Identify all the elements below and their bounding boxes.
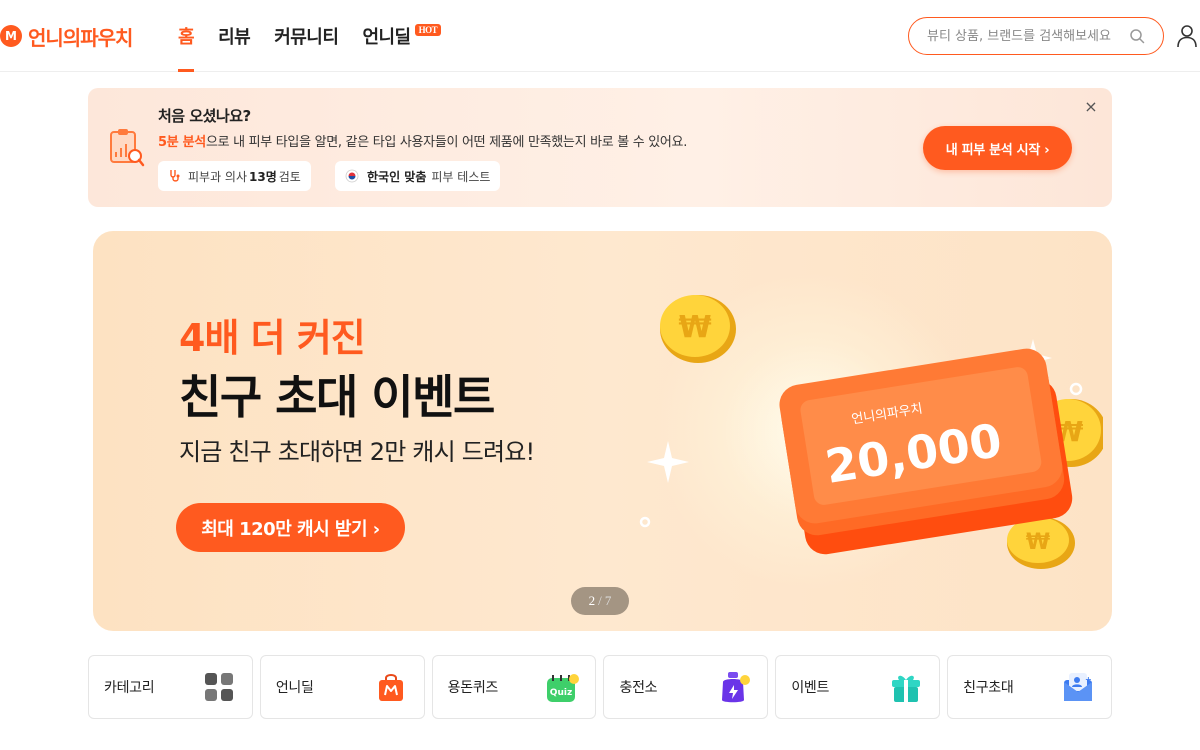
hero-banner[interactable]: 4배 더 커진 친구 초대 이벤트 지금 친구 초대하면 2만 캐시 드려요! … [93, 231, 1112, 631]
quiz-icon: Quiz [547, 674, 580, 702]
quick-item-label: 친구초대 [963, 680, 1014, 696]
nav-review-label: 리뷰 [218, 27, 251, 48]
nav-unnideal[interactable]: 언니딜 HOT [362, 0, 442, 72]
nav-community-label: 커뮤니티 [274, 27, 339, 48]
banner-highlight: 5분 분석 [158, 135, 206, 150]
carousel-pager[interactable]: 2/ 7 [571, 587, 629, 615]
clipboard-analysis-icon [110, 129, 145, 167]
quick-item-charge[interactable]: 충전소 [603, 655, 769, 719]
svg-text:Quiz: Quiz [550, 688, 572, 698]
korean-test-chip: 한국인 맞춤 피부 테스트 [335, 161, 501, 191]
hero-cta-button[interactable]: 최대 120만 캐시 받기 › [176, 503, 405, 552]
quick-item-label: 카테고리 [104, 680, 155, 696]
chip1-bold: 13명 [249, 169, 277, 184]
hero-title: 친구 초대 이벤트 [179, 370, 495, 424]
logo-mark-icon: M [0, 25, 22, 47]
nav-review[interactable]: 리뷰 [218, 0, 251, 72]
quick-item-label: 이벤트 [791, 680, 830, 696]
hero-subtitle: 지금 친구 초대하면 2만 캐시 드려요! [179, 438, 535, 466]
pager-total: / 7 [598, 593, 612, 608]
hot-badge: HOT [414, 24, 442, 36]
quick-item-quiz[interactable]: 용돈퀴즈 Quiz [431, 655, 597, 719]
skin-analysis-banner: 처음 오셨나요? 5분 분석으로 내 피부 타입을 알면, 같은 타입 사용자들… [88, 88, 1112, 207]
quick-item-label: 언니딜 [275, 680, 314, 696]
chip2-post: 피부 테스트 [431, 169, 491, 184]
chip1-post: 검토 [278, 169, 301, 184]
quick-menu: 카테고리 언니딜 용돈퀴즈 Quiz 충전소 이벤트 친구초대 + [88, 655, 1112, 719]
main-nav: 홈 리뷰 커뮤니티 언니딜 HOT [178, 0, 465, 72]
quick-item-label: 용돈퀴즈 [447, 680, 499, 696]
banner-desc-text: 으로 내 피부 타입을 알면, 같은 타입 사용자들이 어떤 제품에 만족했는지… [205, 135, 688, 150]
start-skin-analysis-button[interactable]: 내 피부 분석 시작 › [923, 126, 1072, 170]
hero-kicker: 4배 더 커진 [179, 316, 366, 360]
invite-envelope-icon: + [1063, 673, 1092, 701]
banner-description: 5분 분석으로 내 피부 타입을 알면, 같은 타입 사용자들이 어떤 제품에 … [158, 131, 687, 150]
search-input[interactable] [927, 28, 1123, 44]
korea-flag-icon [345, 169, 359, 183]
nav-home-label: 홈 [178, 27, 195, 48]
gold-coin-icon: ₩ [1007, 517, 1075, 569]
quick-item-unnideal[interactable]: 언니딜 [259, 655, 425, 719]
quick-item-invite[interactable]: 친구초대 + [947, 655, 1112, 719]
cash-ticket-illustration: ₩ ₩ ₩ 언니의파우치 20,000 [639, 295, 1103, 569]
nav-unnideal-label: 언니딜 [362, 27, 411, 48]
user-icon[interactable] [1176, 24, 1198, 48]
doctor-review-chip: 피부과 의사 13명 검토 [158, 161, 311, 191]
chip2-bold: 한국인 맞춤 [367, 169, 427, 184]
pager-current: 2 [588, 593, 596, 608]
logo-text: 언니의파우치 [28, 25, 133, 50]
top-header: M 언니의파우치 홈 리뷰 커뮤니티 언니딜 HOT [0, 0, 1200, 72]
gift-icon [892, 675, 921, 702]
nav-home[interactable]: 홈 [178, 0, 195, 72]
nav-community[interactable]: 커뮤니티 [274, 0, 339, 72]
chip1-pre: 피부과 의사 [188, 169, 248, 184]
search-box[interactable] [908, 17, 1164, 55]
shopping-bag-icon [378, 674, 403, 701]
quick-item-category[interactable]: 카테고리 [88, 655, 253, 719]
logo[interactable]: M 언니의파우치 [0, 22, 133, 50]
svg-text:₩: ₩ [678, 310, 711, 345]
close-icon[interactable]: × [1084, 99, 1098, 115]
category-grid-icon [204, 673, 233, 701]
quick-item-event[interactable]: 이벤트 [775, 655, 941, 719]
search-icon[interactable] [1129, 28, 1145, 44]
svg-text:₩: ₩ [1026, 530, 1050, 555]
charge-pouch-icon [722, 672, 751, 703]
quick-item-label: 충전소 [619, 680, 658, 696]
banner-title: 처음 오셨나요? [158, 107, 251, 125]
stethoscope-icon [170, 170, 180, 182]
gold-coin-icon: ₩ [660, 295, 736, 363]
svg-text:+: + [1085, 675, 1092, 684]
